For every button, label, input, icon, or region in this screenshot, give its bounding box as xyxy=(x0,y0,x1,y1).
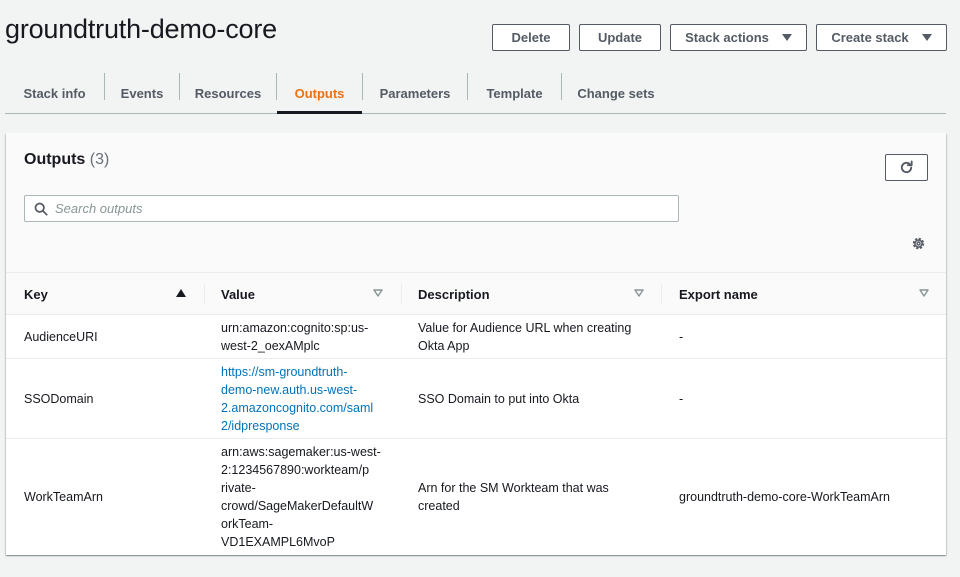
value-line: VD1EXAMPL6MvoP xyxy=(221,535,335,549)
value-line: orkTeam- xyxy=(221,517,274,531)
value-line: 2:1234567890:workteam/p xyxy=(221,463,370,477)
value-line: rivate- xyxy=(221,481,256,495)
output-value: arn:aws:sagemaker:us-west- 2:1234567890:… xyxy=(221,439,389,555)
sort-caret-icon[interactable] xyxy=(373,288,383,298)
outputs-panel-header: Outputs (3) xyxy=(6,133,946,272)
tab-parameters[interactable]: Parameters xyxy=(363,73,467,113)
table-row: SSODomain https://sm-groundtruth- demo-n… xyxy=(6,359,946,439)
tab-template[interactable]: Template xyxy=(468,73,561,113)
output-key: SSODomain xyxy=(24,391,94,406)
description-line: Value for Audience URL when creating xyxy=(418,320,632,335)
description-line: Arn for the SM Workteam that was xyxy=(418,481,609,495)
search-field xyxy=(24,195,679,222)
column-divider xyxy=(661,284,662,305)
tab-resources[interactable]: Resources xyxy=(180,73,276,113)
column-divider xyxy=(204,284,205,305)
table-row: AudienceURI urn:amazon:cognito:sp:us- we… xyxy=(6,315,946,359)
tab-change-sets[interactable]: Change sets xyxy=(562,73,670,113)
output-value: urn:amazon:cognito:sp:us- west-2_oexAMpl… xyxy=(221,315,389,358)
column-header-value[interactable]: Value xyxy=(221,273,371,315)
output-description: Value for Audience URL when creating Okt… xyxy=(418,315,658,358)
column-header-key[interactable]: Key xyxy=(24,273,184,315)
tab-outputs[interactable]: Outputs xyxy=(277,73,362,114)
outputs-title: Outputs (3) xyxy=(24,151,109,169)
description-line: Okta App xyxy=(418,338,470,353)
value-line: west-2_oexAMplc xyxy=(221,338,320,353)
sort-caret-icon[interactable] xyxy=(634,288,644,298)
update-button-label: Update xyxy=(597,30,643,45)
create-stack-label: Create stack xyxy=(831,30,909,45)
search-icon xyxy=(34,202,48,216)
outputs-count: (3) xyxy=(89,151,110,168)
output-export-name: groundtruth-demo-core-WorkTeamArn xyxy=(679,490,890,504)
update-button[interactable]: Update xyxy=(579,24,661,51)
value-line: https://sm-groundtruth- xyxy=(221,364,348,379)
caret-down-icon xyxy=(781,34,792,41)
output-description: SSO Domain to put into Okta xyxy=(418,391,580,406)
output-value-link[interactable]: https://sm-groundtruth- demo-new.auth.us… xyxy=(221,363,373,435)
outputs-panel: Outputs (3) Key xyxy=(6,133,946,555)
tab-stack-info[interactable]: Stack info xyxy=(5,73,104,113)
output-description: Arn for the SM Workteam that was created xyxy=(418,439,658,555)
column-divider xyxy=(401,284,402,305)
tab-bar: Stack info Events Resources Outputs Para… xyxy=(5,73,946,114)
refresh-button[interactable] xyxy=(885,154,928,181)
refresh-icon xyxy=(900,160,913,174)
tab-events[interactable]: Events xyxy=(105,73,179,113)
description-line: created xyxy=(418,499,460,513)
value-line: demo-new.auth.us-west- xyxy=(221,382,358,397)
output-export-name: - xyxy=(679,391,684,406)
column-header-description[interactable]: Description xyxy=(418,273,618,315)
output-key: WorkTeamArn xyxy=(24,490,103,504)
create-stack-button[interactable]: Create stack xyxy=(816,24,947,51)
value-line: crowd/SageMakerDefaultW xyxy=(221,499,374,513)
delete-button-label: Delete xyxy=(511,30,551,45)
value-line: 2/idpresponse xyxy=(221,418,300,433)
output-key: AudienceURI xyxy=(24,329,98,344)
stack-actions-label: Stack actions xyxy=(685,30,769,45)
sort-ascending-icon[interactable] xyxy=(176,288,186,298)
output-export-name: - xyxy=(679,329,684,344)
value-line: urn:amazon:cognito:sp:us- xyxy=(221,320,369,335)
outputs-title-text: Outputs xyxy=(24,151,86,168)
output-value: https://sm-groundtruth- demo-new.auth.us… xyxy=(221,359,389,438)
delete-button[interactable]: Delete xyxy=(492,24,570,51)
table-row: WorkTeamArn arn:aws:sagemaker:us-west- 2… xyxy=(6,439,946,555)
sort-caret-icon[interactable] xyxy=(919,288,929,298)
search-input[interactable] xyxy=(55,197,670,220)
caret-down-icon xyxy=(921,34,932,41)
value-line: 2.amazoncognito.com/saml xyxy=(221,400,374,415)
page-title: groundtruth-demo-core xyxy=(5,14,277,44)
table-header: Key Value Description Export name xyxy=(6,272,946,315)
gear-icon[interactable] xyxy=(911,236,926,251)
stack-actions-button[interactable]: Stack actions xyxy=(670,24,807,51)
column-header-export-name[interactable]: Export name xyxy=(679,273,879,315)
value-line: arn:aws:sagemaker:us-west- xyxy=(221,445,381,459)
